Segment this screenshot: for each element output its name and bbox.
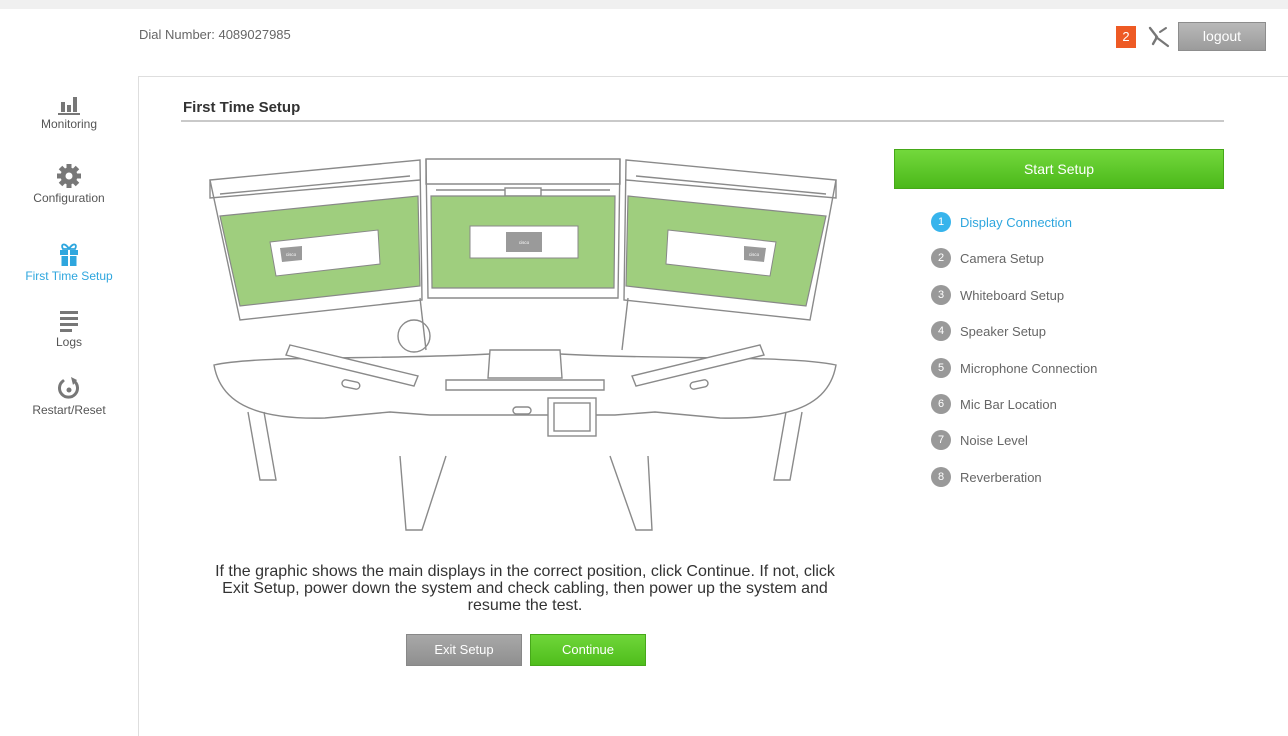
list-icon (60, 311, 78, 332)
step-noise-level[interactable]: 7 Noise Level (931, 430, 1028, 450)
sidebar-item-configuration[interactable]: Configuration (0, 162, 138, 205)
svg-text:cisco: cisco (519, 240, 530, 245)
step-label: Microphone Connection (960, 360, 1098, 376)
gear-icon (57, 164, 81, 188)
step-speaker-setup[interactable]: 4 Speaker Setup (931, 321, 1046, 341)
power-icon (58, 377, 79, 399)
step-label: Mic Bar Location (960, 396, 1057, 412)
step-mic-bar-location[interactable]: 6 Mic Bar Location (931, 394, 1057, 414)
step-reverberation[interactable]: 8 Reverberation (931, 467, 1042, 487)
step-label: Whiteboard Setup (960, 287, 1065, 303)
svg-text:cisco: cisco (749, 252, 760, 257)
step-microphone-connection[interactable]: 5 Microphone Connection (931, 358, 1097, 378)
sidebar-item-monitoring[interactable]: Monitoring (0, 88, 138, 131)
sidebar-item-logs[interactable]: Logs (0, 306, 138, 349)
svg-text:cisco: cisco (286, 252, 297, 257)
step-number: 4 (931, 321, 951, 341)
step-number: 2 (931, 248, 951, 268)
sidebar-item-label: Logs (55, 335, 83, 349)
sidebar-item-label: Restart/Reset (32, 403, 106, 417)
step-number: 5 (931, 358, 951, 378)
step-number: 3 (931, 285, 951, 305)
sidebar-item-first-time-setup[interactable]: First Time Setup (0, 240, 138, 283)
notification-badge[interactable]: 2 (1116, 26, 1136, 48)
sidebar-item-label: First Time Setup (25, 269, 113, 283)
step-whiteboard-setup[interactable]: 3 Whiteboard Setup (931, 285, 1064, 305)
gift-icon (60, 243, 78, 266)
title-divider (181, 120, 1224, 122)
step-label: Speaker Setup (960, 323, 1047, 339)
exit-setup-button[interactable]: Exit Setup (406, 634, 522, 666)
step-number: 6 (931, 394, 951, 414)
step-number: 8 (931, 467, 951, 487)
step-number: 7 (931, 430, 951, 450)
room-display-illustration: cisco cisco cisco (209, 158, 837, 531)
continue-button[interactable]: Continue (530, 634, 646, 666)
step-display-connection[interactable]: 1 Display Connection (931, 212, 1072, 232)
step-number: 1 (931, 212, 951, 232)
top-strip (0, 0, 1288, 9)
end-call-icon[interactable] (1146, 24, 1172, 50)
logout-button[interactable]: logout (1178, 22, 1266, 51)
dial-number: Dial Number: 4089027985 (139, 27, 291, 42)
bar-chart-icon (58, 97, 80, 115)
sidebar-item-label: Configuration (33, 191, 105, 205)
instruction-text: If the graphic shows the main displays i… (215, 563, 835, 614)
step-label: Camera Setup (960, 250, 1044, 266)
sidebar-item-restart-reset[interactable]: Restart/Reset (0, 374, 138, 417)
step-label: Noise Level (960, 432, 1028, 448)
page-title: First Time Setup (183, 99, 301, 116)
start-setup-button[interactable]: Start Setup (894, 149, 1224, 189)
step-label: Display Connection (960, 214, 1073, 230)
step-camera-setup[interactable]: 2 Camera Setup (931, 248, 1044, 268)
sidebar-item-label: Monitoring (40, 117, 98, 131)
step-label: Reverberation (960, 469, 1042, 485)
